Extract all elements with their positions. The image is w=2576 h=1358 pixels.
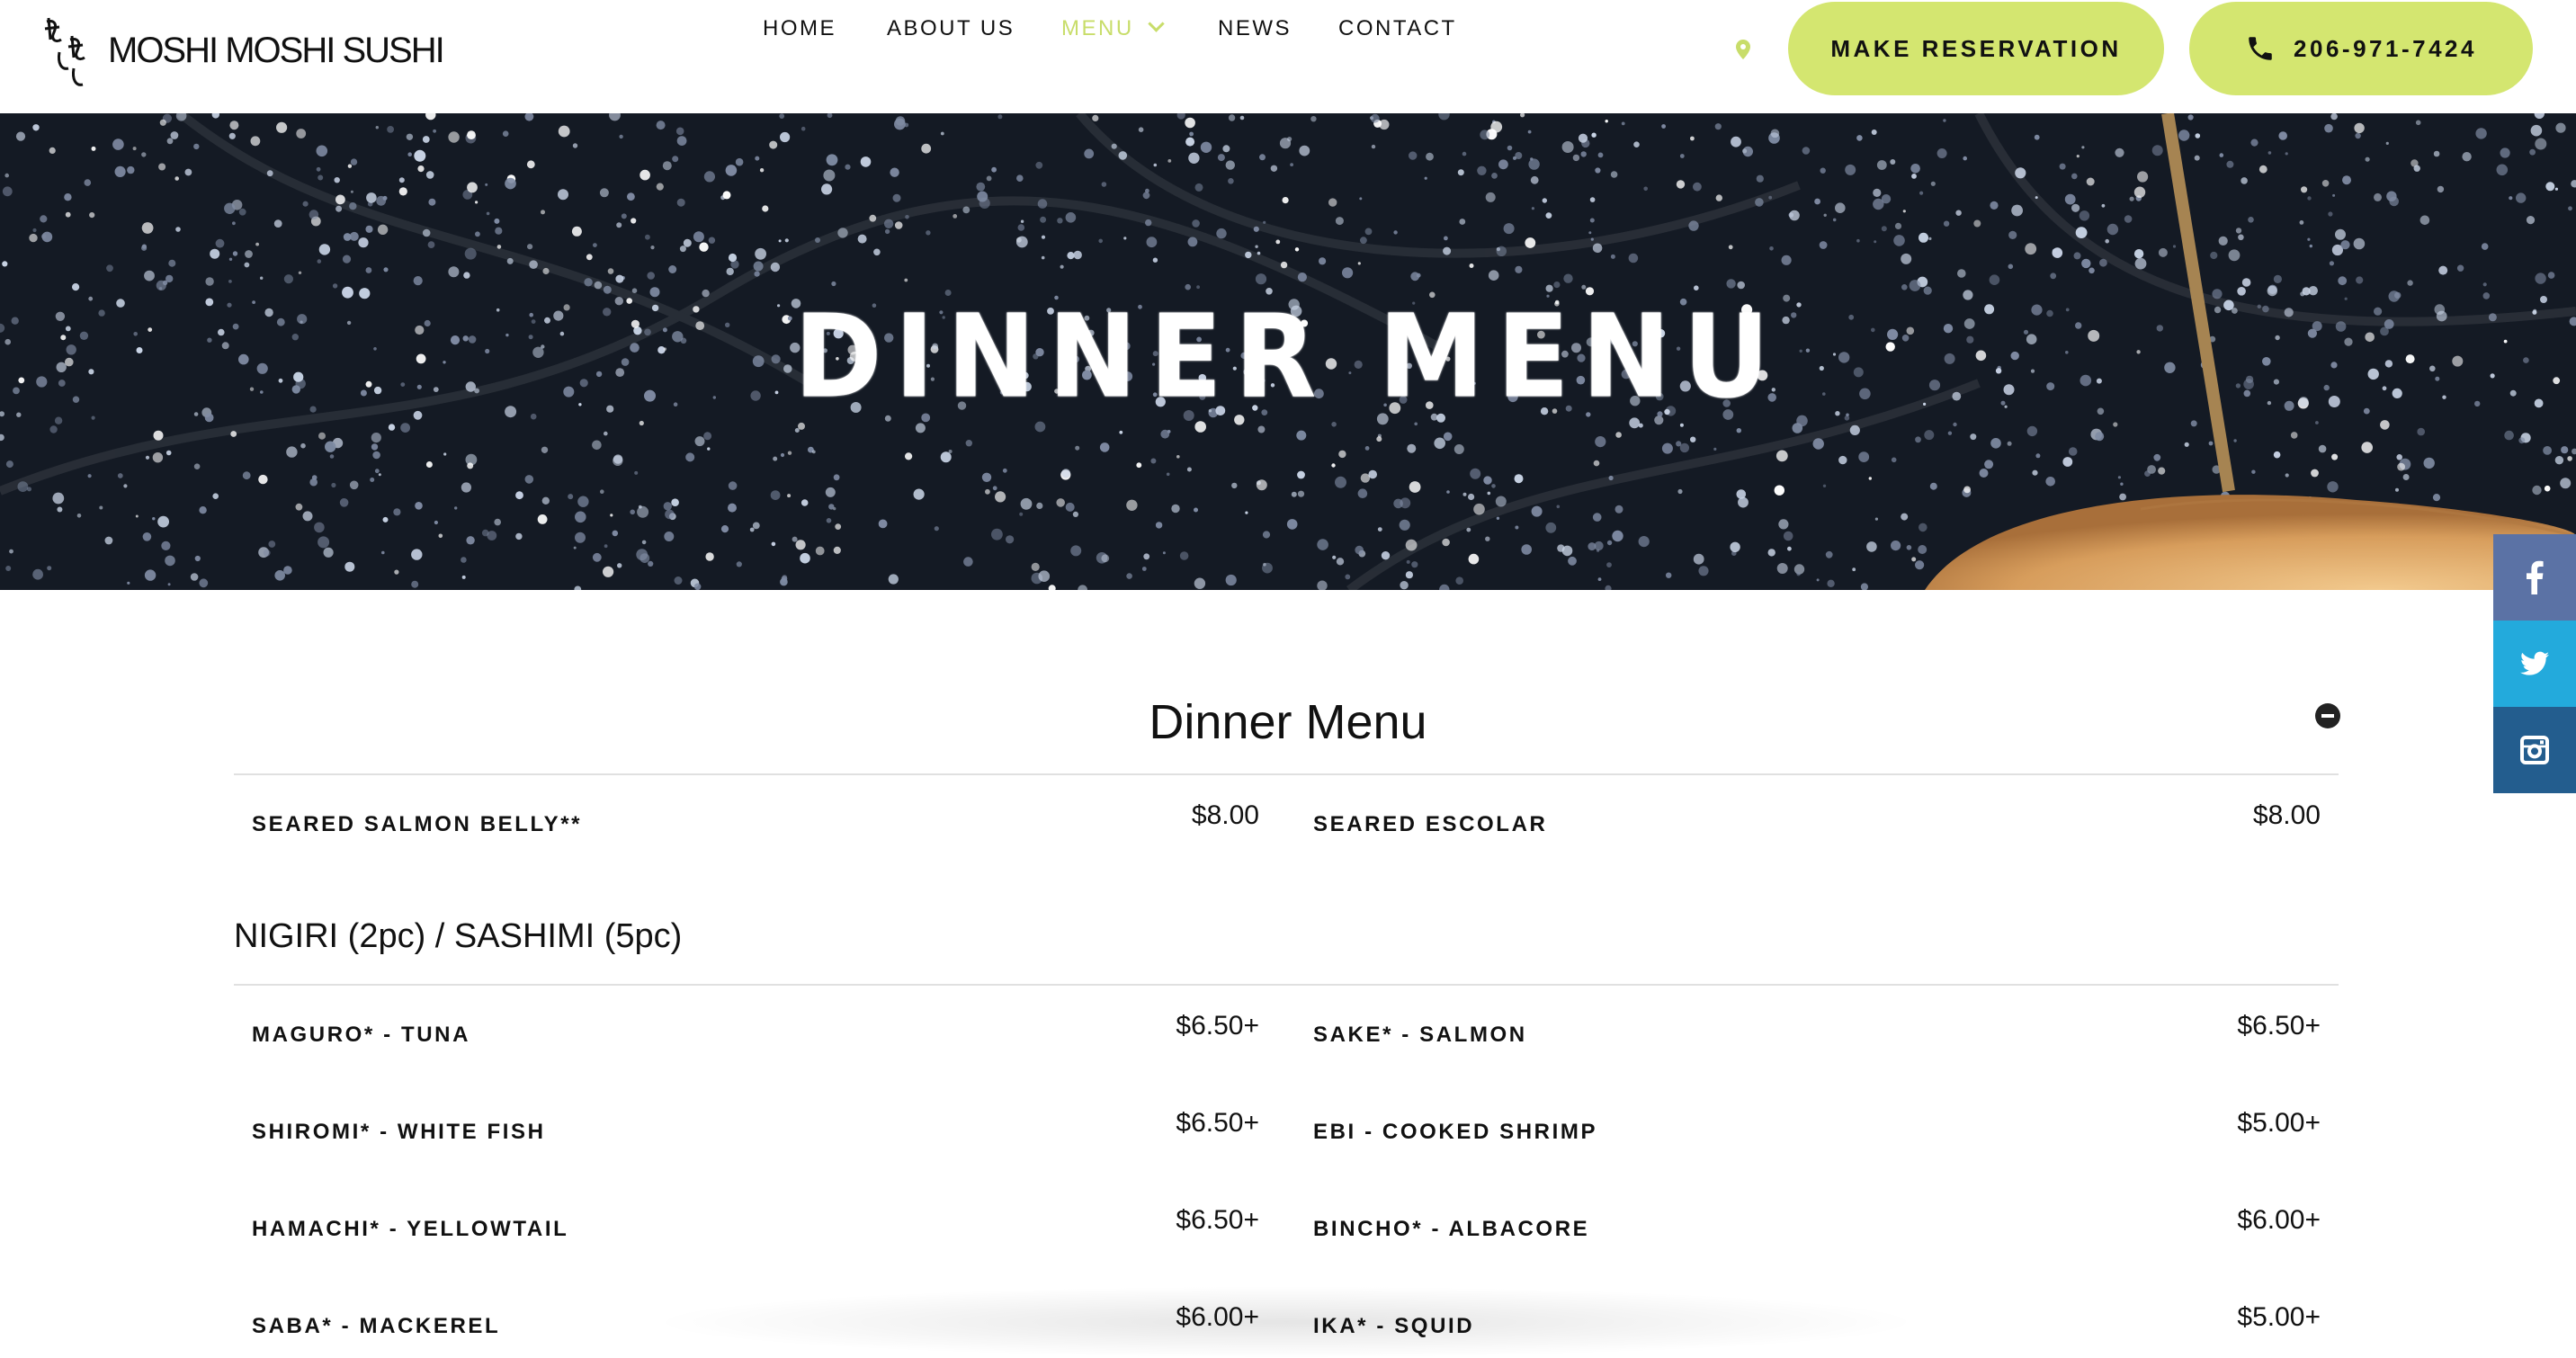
divider [234, 984, 2339, 986]
hero-title: DINNER MENU [793, 289, 1783, 424]
phone-icon [2249, 37, 2272, 60]
menu-item-name: SHIROMI* - WHITE FISH [252, 1120, 546, 1144]
menu-item-price: $8.00 [2252, 800, 2321, 830]
menu-item-price: $6.50+ [1176, 1205, 1259, 1235]
menu-item-price: $5.00+ [2237, 1302, 2321, 1332]
menu-item-price: $6.00+ [2237, 1205, 2321, 1235]
menu-item-name: SEARED SALMON BELLY** [252, 812, 583, 836]
facebook-button[interactable] [2493, 534, 2576, 621]
menu-item-price: $6.50+ [1176, 1011, 1259, 1041]
menu-item-name: SABA* - MACKEREL [252, 1314, 501, 1338]
menu-item-price: $8.00 [1191, 800, 1259, 830]
menu-title: Dinner Menu [1149, 695, 1427, 749]
hero-banner: DINNER MENU [0, 113, 2576, 590]
menu-item-price: $6.00+ [1176, 1302, 1259, 1332]
nav-menu[interactable]: MENU [1061, 15, 1165, 41]
menu-item-name: BINCHO* - ALBACORE [1313, 1217, 1590, 1241]
divider [234, 773, 2339, 775]
twitter-icon [2520, 651, 2549, 675]
menu-item-price: $6.50+ [2237, 1011, 2321, 1041]
scroll-shadow [648, 1286, 1925, 1358]
collapse-minus-icon[interactable] [2315, 703, 2340, 728]
nav-menu-label: MENU [1061, 16, 1134, 40]
menu-item-name: HAMACHI* - YELLOWTAIL [252, 1217, 569, 1241]
nav-news[interactable]: NEWS [1218, 16, 1292, 41]
phone-button[interactable]: 206-971-7424 [2189, 2, 2533, 95]
menu-item-name: SAKE* - SALMON [1313, 1023, 1527, 1047]
make-reservation-label: MAKE RESERVATION [1830, 34, 2122, 62]
menu-item-name: MAGURO* - TUNA [252, 1023, 471, 1047]
phone-number: 206-971-7424 [2294, 34, 2477, 62]
logo-text: MOSHI MOSHI SUSHI [108, 30, 445, 70]
site-header: MOSHI MOSHI SUSHI HOME ABOUT US MENU NEW… [0, 0, 2576, 113]
logo-mark-icon [44, 17, 85, 86]
menu-item-price: $6.50+ [1176, 1108, 1259, 1138]
make-reservation-button[interactable]: MAKE RESERVATION [1788, 2, 2164, 95]
menu-item-name: EBI - COOKED SHRIMP [1313, 1120, 1598, 1144]
location-pin-icon[interactable] [1736, 40, 1750, 59]
menu-item-name: SEARED ESCOLAR [1313, 812, 1548, 836]
logo[interactable]: MOSHI MOSHI SUSHI [41, 13, 445, 88]
menu-item-price: $5.00+ [2237, 1108, 2321, 1138]
nav-home[interactable]: HOME [763, 16, 836, 41]
chevron-down-icon [1147, 15, 1165, 32]
menu-item-name: IKA* - SQUID [1313, 1314, 1475, 1338]
nav-about-us[interactable]: ABOUT US [887, 16, 1015, 41]
facebook-icon [2527, 560, 2544, 594]
nav-contact[interactable]: CONTACT [1338, 16, 1457, 41]
section-title: NIGIRI (2pc) / SASHIMI (5pc) [234, 917, 683, 955]
